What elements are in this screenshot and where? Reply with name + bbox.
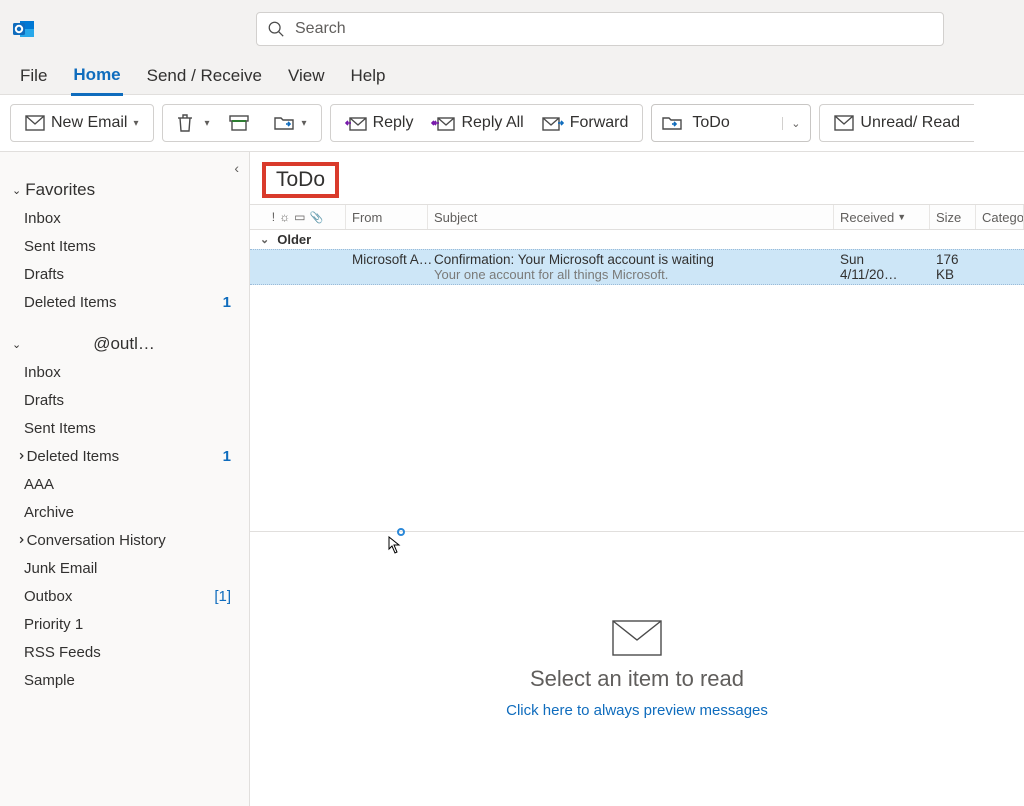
reply-icon [345,115,367,131]
archive-icon [229,115,249,131]
chevron-down-icon: ▾ [133,118,138,129]
reply-button[interactable]: Reply [339,110,420,136]
move-to-folder-icon [274,115,296,131]
folder-sample[interactable]: Sample [0,666,249,694]
chevron-right-icon: ⌄ [9,450,27,463]
ribbon-group-new: New Email ▾ [10,104,154,142]
col-received[interactable]: Received▼ [834,205,930,229]
reply-label: Reply [373,114,414,132]
favorites-header[interactable]: ⌄ Favorites [0,176,249,204]
folder-rss-feeds[interactable]: RSS Feeds [0,638,249,666]
fav-drafts[interactable]: Drafts [0,260,249,288]
quick-step-select[interactable]: ToDo ⌄ [651,104,811,142]
mail-icon [834,115,854,131]
chevron-down-icon: ⌄ [12,184,21,197]
menu-send-receive[interactable]: Send / Receive [145,64,264,94]
forward-icon [542,115,564,131]
ribbon-group-tags: Unread/ Read [819,104,974,142]
search-icon [267,20,285,38]
reply-all-icon [431,115,455,131]
col-flags[interactable]: ! ☼ ▭ 📎 [250,205,346,229]
new-email-label: New Email [51,114,127,132]
folder-move-icon [662,115,684,131]
reading-pane: Select an item to read Click here to alw… [250,531,1024,806]
trash-icon [177,114,193,132]
fav-deleted-items[interactable]: Deleted Items 1 [0,288,249,316]
importance-icon: ! [272,210,275,224]
unread-read-label: Unread/ Read [860,114,960,132]
reply-all-label: Reply All [461,114,523,132]
chevron-down-icon: ⌄ [12,338,21,351]
folder-sent-items[interactable]: Sent Items [0,414,249,442]
folder-priority-1[interactable]: Priority 1 [0,610,249,638]
ribbon-toolbar: New Email ▾ ▾ [0,94,1024,152]
folder-aaa[interactable]: AAA [0,470,249,498]
account-label: @outl… [93,334,155,354]
reply-all-button[interactable]: Reply All [425,110,529,136]
reading-pane-title: Select an item to read [530,666,744,692]
folder-inbox[interactable]: Inbox [0,358,249,386]
chevron-down-icon[interactable]: ▾ [205,118,210,129]
folder-drafts[interactable]: Drafts [0,386,249,414]
search-placeholder: Search [295,20,346,38]
navigation-pane: ‹ ⌄ Favorites Inbox Sent Items Drafts De… [0,152,250,806]
ribbon-group-delete-archive: ▾ ▾ [162,104,322,142]
chevron-down-icon: ⌄ [260,233,269,246]
menu-help[interactable]: Help [348,64,387,94]
new-email-button[interactable]: New Email ▾ [19,110,145,136]
folder-outbox[interactable]: Outbox [1] [0,582,249,610]
outlook-app-icon [12,17,36,41]
attachment-icon: 📎 [309,211,323,224]
fav-sent-items[interactable]: Sent Items [0,232,249,260]
search-box[interactable]: Search [256,12,944,46]
msg-preview: Your one account for all things Microsof… [434,267,828,282]
icon-icon: ▭ [294,210,305,224]
menu-bar: File Home Send / Receive View Help [0,58,1024,94]
chevron-down-icon: ▾ [302,118,307,129]
folder-title: ToDo [262,162,339,198]
collapse-nav-button[interactable]: ‹ [0,158,249,176]
list-column-headers[interactable]: ! ☼ ▭ 📎 From Subject Received▼ Size Cate… [250,204,1024,230]
ribbon-group-respond: Reply Reply All Forward [330,104,644,142]
folder-title-wrap: ToDo [250,152,1024,204]
forward-label: Forward [570,114,629,132]
msg-from: Microsoft A… [352,252,434,282]
menu-file[interactable]: File [18,64,49,94]
forward-button[interactable]: Forward [536,110,635,136]
always-preview-link[interactable]: Click here to always preview messages [506,702,768,719]
quick-step-label: ToDo [692,114,729,132]
folder-deleted-items[interactable]: ⌄Deleted Items 1 [0,442,249,470]
col-subject[interactable]: Subject [428,205,834,229]
menu-home[interactable]: Home [71,63,122,96]
group-label: Older [277,232,311,247]
mail-large-icon [612,620,662,656]
msg-received: Sun 4/11/20… [834,252,930,282]
chevron-right-icon: ⌄ [9,534,27,547]
col-size[interactable]: Size [930,205,976,229]
msg-subject: Confirmation: Your Microsoft account is … [434,252,828,267]
archive-button[interactable] [223,111,255,135]
account-header[interactable]: ⌄ xxxxxxxx @outl… [0,330,249,358]
menu-view[interactable]: View [286,64,327,94]
delete-button[interactable] [171,110,199,136]
mail-icon [25,115,45,131]
chevron-down-icon: ⌄ [782,117,800,130]
folder-junk-email[interactable]: Junk Email [0,554,249,582]
reminder-icon: ☼ [279,210,290,224]
title-bar: Search [0,0,1024,58]
unread-read-button[interactable]: Unread/ Read [828,110,966,136]
sort-desc-icon: ▼ [897,212,906,222]
msg-size: 176 KB [930,252,976,282]
col-from[interactable]: From [346,205,428,229]
fav-inbox[interactable]: Inbox [0,204,249,232]
folder-archive[interactable]: Archive [0,498,249,526]
group-older[interactable]: ⌄ Older [250,230,1024,249]
favorites-label: Favorites [25,180,95,200]
col-category[interactable]: Catego [976,205,1024,229]
folder-conversation-history[interactable]: ⌄Conversation History [0,526,249,554]
move-button[interactable]: ▾ [268,111,313,135]
message-row[interactable]: Microsoft A… Confirmation: Your Microsof… [250,249,1024,285]
